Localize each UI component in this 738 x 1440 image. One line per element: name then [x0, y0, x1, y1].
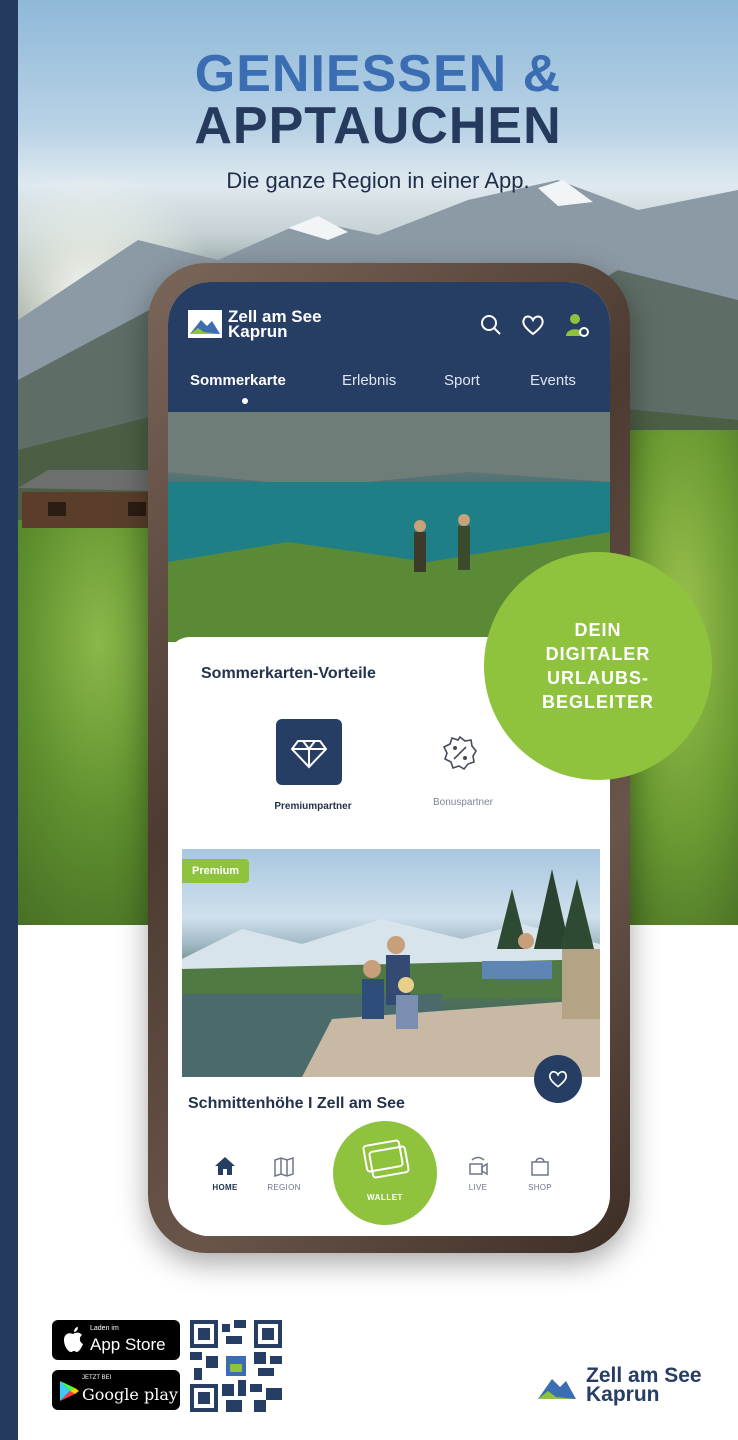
percent-badge-icon[interactable]	[442, 735, 478, 771]
nav-wallet-label: WALLET	[367, 1193, 403, 1202]
digital-companion-badge: DEIN DIGITALER URLAUBS- BEGLEITER	[484, 552, 712, 780]
badge-line-4: BEGLEITER	[541, 692, 654, 712]
headline-line-2: APPTAUCHEN	[194, 97, 562, 155]
nav-shop-label: SHOP	[528, 1183, 552, 1192]
premiumpartner-button[interactable]	[276, 719, 342, 785]
app-tabs: Sommerkarte Erlebnis Sport Events	[168, 372, 610, 404]
partner-photo[interactable]	[182, 849, 600, 1077]
badge-line-1: DEIN	[574, 620, 622, 640]
app-header: Zell am See Kaprun Sommerkarte Erlebnis …	[168, 282, 610, 412]
nav-live[interactable]: LIVE	[448, 1155, 508, 1192]
webcam-icon	[469, 1156, 488, 1176]
app-logo[interactable]: Zell am See Kaprun	[188, 308, 322, 341]
tab-sport[interactable]: Sport	[444, 372, 480, 389]
nav-wallet[interactable]: WALLET	[333, 1121, 437, 1225]
nav-home[interactable]: HOME	[195, 1155, 255, 1192]
nav-live-label: LIVE	[468, 1183, 488, 1192]
tab-sommerkarte[interactable]: Sommerkarte	[190, 372, 286, 389]
qr-code[interactable]	[190, 1320, 282, 1412]
heart-icon[interactable]	[520, 312, 546, 338]
badge-line-3: URLAUBS-	[547, 668, 649, 688]
subline: Die ganze Region in einer App.	[226, 168, 530, 193]
nav-home-label: HOME	[212, 1183, 238, 1192]
apple-icon	[64, 1327, 83, 1352]
logo-mountain-icon	[188, 310, 222, 338]
tab-erlebnis[interactable]: Erlebnis	[342, 372, 396, 389]
app-store-button[interactable]: Laden im App Store	[52, 1320, 180, 1360]
place-title[interactable]: Schmittenhöhe I Zell am See	[188, 1095, 405, 1113]
active-tab-indicator	[242, 398, 248, 404]
footer-brand-line-2: Kaprun	[586, 1383, 660, 1406]
footer-logo: Zell am See Kaprun	[536, 1365, 702, 1406]
home-icon	[215, 1157, 235, 1175]
nav-region-label: REGION	[267, 1183, 301, 1192]
favorite-button[interactable]	[534, 1055, 582, 1103]
badge-line-2: DIGITALER	[545, 644, 651, 664]
premiumpartner-label: Premiumpartner	[274, 801, 352, 812]
bonuspartner-label[interactable]: Bonuspartner	[408, 797, 518, 808]
user-icon[interactable]	[564, 312, 590, 338]
nav-region[interactable]: REGION	[254, 1155, 314, 1192]
headline-line-1: GENIESSEN &	[194, 45, 562, 103]
premium-badge: Premium	[182, 859, 250, 883]
app-store-big: App Store	[90, 1335, 166, 1354]
google-play-button[interactable]: JETZT BEI Google play	[52, 1370, 180, 1410]
map-icon	[274, 1156, 294, 1177]
google-play-big: Google play	[82, 1385, 178, 1404]
wallet-icon	[362, 1139, 410, 1179]
brand-line-2: Kaprun	[228, 322, 288, 341]
logo-mountain-icon	[538, 1379, 576, 1399]
side-strip	[0, 0, 18, 1440]
nav-shop[interactable]: SHOP	[510, 1155, 570, 1192]
diamond-icon	[290, 740, 328, 769]
play-store-icon	[60, 1381, 79, 1401]
tab-events[interactable]: Events	[530, 372, 576, 389]
google-play-small: JETZT BEI	[82, 1375, 112, 1381]
heart-icon	[548, 1070, 568, 1088]
section-title: Sommerkarten-Vorteile	[201, 665, 376, 682]
shopping-bag-icon	[531, 1157, 549, 1176]
app-store-small: Laden im	[90, 1325, 119, 1332]
family-lake-photo	[182, 869, 600, 1077]
search-icon[interactable]	[478, 312, 504, 338]
